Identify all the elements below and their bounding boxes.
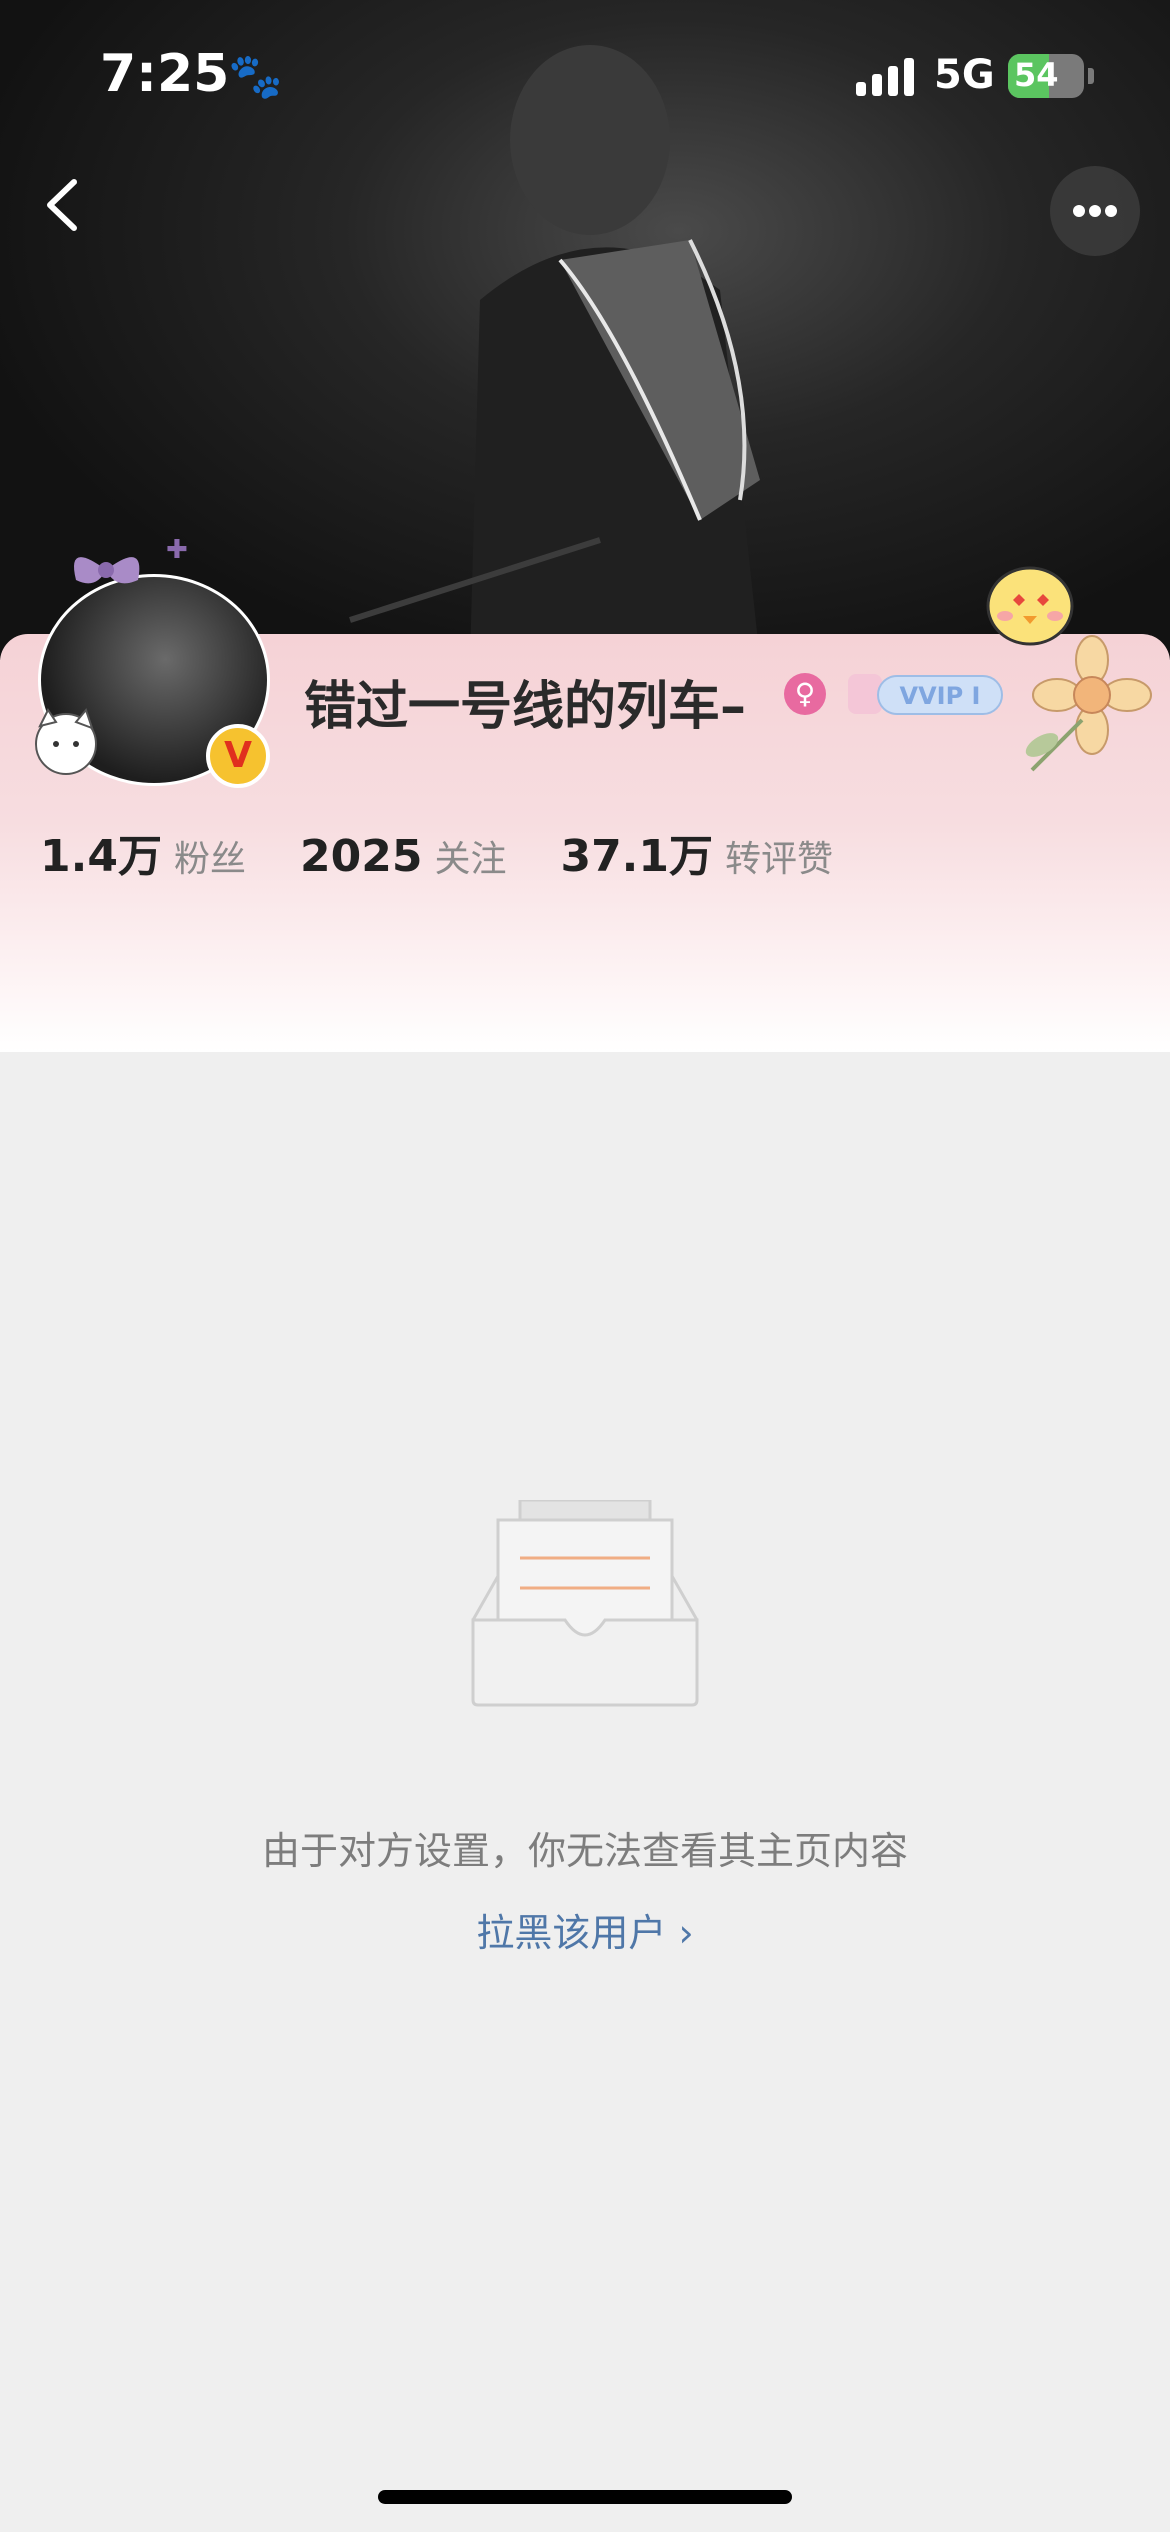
cat-sticker-icon xyxy=(35,707,97,775)
flower-sticker-icon xyxy=(1025,635,1152,772)
stat-label: 关注 xyxy=(434,839,507,880)
battery-icon: 54 xyxy=(1008,54,1084,98)
block-user-link[interactable]: 拉黑该用户 › xyxy=(0,1902,1170,1957)
status-bar: 7:25 🐾 5G 54 xyxy=(0,0,1170,150)
paw-icon: 🐾 xyxy=(228,51,283,102)
avatar[interactable]: ✚ V xyxy=(35,535,270,788)
stat-following[interactable]: 2025 关注 xyxy=(299,831,560,882)
bow-decoration-icon: ✚ xyxy=(74,535,188,584)
stat-value: 2025 xyxy=(299,831,423,882)
battery-percent: 54 xyxy=(1014,56,1059,94)
status-time: 7:25 xyxy=(100,44,230,104)
stat-label: 粉丝 xyxy=(173,839,246,880)
profile-stats: 1.4万 粉丝 2025 关注 37.1万 转评赞 xyxy=(40,820,887,884)
verified-badge: V xyxy=(206,724,270,788)
stat-interactions[interactable]: 37.1万 转评赞 xyxy=(560,831,887,882)
stat-label: 转评赞 xyxy=(725,839,834,880)
vvip-badge[interactable]: VVIP I xyxy=(848,668,1004,720)
stat-value: 37.1万 xyxy=(560,831,714,882)
stat-value: 1.4万 xyxy=(40,831,162,882)
profile-username: 错过一号线的列车– xyxy=(304,677,747,737)
empty-state-message: 由于对方设置，你无法查看其主页内容 xyxy=(261,1829,908,1873)
vvip-badge-label: VVIP I xyxy=(900,682,981,710)
female-icon: ♀ xyxy=(784,673,826,715)
home-indicator[interactable] xyxy=(378,2490,792,2504)
more-dots-icon xyxy=(1073,205,1117,217)
battery-tip xyxy=(1088,68,1094,84)
signal-icon xyxy=(856,58,914,96)
more-options-button[interactable] xyxy=(1050,166,1140,256)
svg-text:✚: ✚ xyxy=(166,535,188,565)
network-type: 5G xyxy=(934,52,995,98)
empty-inbox-icon xyxy=(471,1500,699,1707)
back-chevron-icon[interactable] xyxy=(28,170,98,240)
stat-followers[interactable]: 1.4万 粉丝 xyxy=(40,831,300,882)
